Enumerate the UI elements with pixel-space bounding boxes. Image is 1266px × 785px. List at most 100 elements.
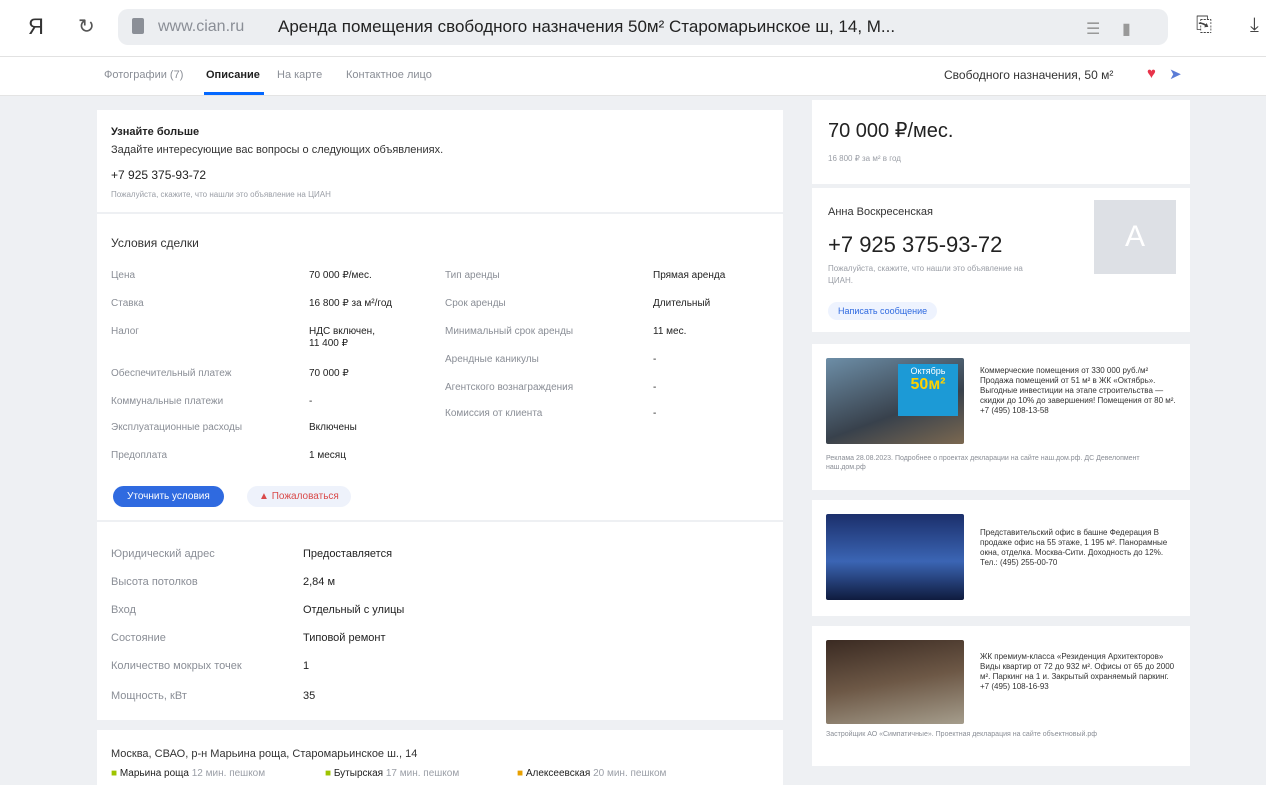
agent-note-2: ЦИАН. (828, 276, 854, 285)
attributes-block: Юридический адрес Предоставляется Высота… (97, 522, 783, 720)
attr-value: Отдельный с улицы (303, 604, 405, 616)
ad-text: ЖК премиум-класса «Резиденция Архитектор… (980, 652, 1175, 691)
attr-value: Типовой ремонт (303, 632, 386, 644)
attr-label: Количество мокрых точек (111, 660, 242, 672)
attr-label: Состояние (111, 632, 166, 644)
deal-value: НДС включен, 11 400 ₽ (309, 326, 375, 349)
deal-label: Налог (111, 326, 139, 337)
metro-name: Алексеевская (525, 768, 591, 779)
metro-icon: ■ (517, 768, 526, 779)
attr-value: 1 (303, 660, 310, 672)
deal-title: Условия сделки (111, 236, 199, 250)
active-tab-indicator (204, 92, 264, 95)
deal-label: Коммунальные платежи (111, 396, 224, 407)
contact-note: Пожалуйста, скажите, что нашли это объяв… (111, 190, 331, 199)
deal-label: Предоплата (111, 450, 168, 461)
translate-icon[interactable]: ⎘ (1196, 14, 1212, 37)
tab-description[interactable]: Описание (206, 69, 260, 81)
ad-image[interactable] (826, 640, 964, 724)
metro-icon: ■ (111, 768, 120, 779)
attr-label: Мощность, кВт (111, 690, 187, 702)
warning-icon: ▲ (259, 491, 272, 502)
clarify-conditions-button[interactable]: Уточнить условия (113, 486, 224, 507)
ad-card[interactable]: ЖК премиум-класса «Резиденция Архитектор… (812, 626, 1190, 766)
deal-value: 1 месяц (309, 450, 346, 461)
metro-time: 17 мин. пешком (385, 768, 460, 779)
price-value: 70 000 ₽/мес. (828, 120, 954, 142)
address-bar[interactable]: www.cian.ru Аренда помещения свободного … (118, 9, 1168, 45)
bookmark-icon[interactable]: ▮ (1122, 19, 1131, 39)
price-per-meter: 16 800 ₽ за м² в год (828, 154, 901, 163)
download-icon[interactable]: ⤓ (1250, 14, 1259, 37)
complain-button[interactable]: ▲ Пожаловаться (247, 486, 351, 507)
avatar: A (1094, 200, 1176, 274)
reload-icon[interactable]: ↻ (78, 14, 95, 39)
ad-text: Представительский офис в башне Федерация… (980, 528, 1168, 567)
price-card: 70 000 ₽/мес. 16 800 ₽ за м² в год (812, 100, 1190, 184)
ad-image[interactable]: Октябрь 50м² (826, 358, 964, 444)
write-message-button[interactable]: Написать сообщение (828, 302, 938, 320)
ad-badge-area: 50м² (910, 376, 946, 393)
agent-note: Пожалуйста, скажите, что нашли это объяв… (828, 264, 1023, 273)
reader-mode-icon[interactable]: ☰ (1086, 19, 1100, 39)
deal-value: 70 000 ₽/мес. (309, 270, 372, 281)
yandex-logo-icon[interactable]: Я (28, 14, 44, 40)
metro-name: Марьина роща (119, 768, 189, 779)
lock-icon[interactable] (132, 18, 144, 34)
agent-phone[interactable]: +7 925 375-93-72 (828, 232, 1002, 258)
ad-text: Коммерческие помещения от 330 000 руб./м… (980, 366, 1176, 415)
ad-badge: Октябрь 50м² (898, 364, 958, 416)
ad-note: Застройщик АО «Симпатичные». Проектная д… (826, 731, 1098, 738)
metro-station[interactable]: ■ Марьина роща 12 мин. пешком (111, 768, 265, 779)
deal-conditions: Условия сделки Цена 70 000 ₽/мес. Ставка… (97, 214, 783, 520)
attr-value: 35 (303, 690, 316, 702)
deal-value: 11 мес. (653, 326, 687, 337)
tab-photos[interactable]: Фотографии (7) (104, 69, 183, 81)
deal-value: - (653, 354, 657, 365)
agent-name[interactable]: Анна Воскресенская (828, 206, 933, 218)
address-text: Москва, СВАО, р-н Марьина роща, Старомар… (111, 748, 418, 760)
metro-time: 12 мин. пешком (191, 768, 266, 779)
deal-label: Тип аренды (445, 270, 500, 281)
deal-label: Срок аренды (445, 298, 506, 309)
deal-value: 70 000 ₽ (309, 368, 349, 379)
favorite-icon[interactable]: ♥ (1147, 65, 1156, 82)
attr-label: Вход (111, 604, 136, 616)
deal-label: Минимальный срок аренды (445, 326, 574, 337)
complain-label: Пожаловаться (271, 491, 339, 502)
attr-value: 2,84 м (303, 576, 336, 588)
contact-subtitle: Задайте интересующие вас вопросы о следу… (111, 144, 444, 156)
attr-value: Предоставляется (303, 548, 393, 560)
deal-value: Включены (309, 422, 357, 433)
contact-block: Узнайте больше Задайте интересующие вас … (97, 110, 783, 212)
tab-contact[interactable]: Контактное лицо (346, 69, 432, 81)
metro-name: Бутырская (333, 768, 384, 779)
address-block: Москва, СВАО, р-н Марьина роща, Старомар… (97, 730, 783, 785)
ad-badge-line: Октябрь (910, 366, 946, 376)
section-tabs: Фотографии (7) Описание На карте Контакт… (0, 57, 1266, 96)
deal-label: Ставка (111, 298, 144, 309)
deal-value: - (653, 408, 657, 419)
tab-map[interactable]: На карте (277, 69, 322, 81)
deal-label: Эксплуатационные расходы (111, 422, 243, 433)
summary-text: Свободного назначения, 50 м² (944, 68, 1114, 82)
ad-card[interactable]: Октябрь 50м² Коммерческие помещения от 33… (812, 344, 1190, 490)
contact-title: Узнайте больше (111, 126, 200, 138)
page-title: Аренда помещения свободного назначения 5… (278, 17, 896, 36)
deal-value: - (309, 396, 313, 407)
attr-label: Юридический адрес (111, 548, 215, 560)
browser-toolbar: Я ↻ www.cian.ru Аренда помещения свободн… (0, 0, 1266, 57)
deal-value: Прямая аренда (653, 270, 726, 281)
ad-image[interactable] (826, 514, 964, 600)
deal-value: Длительный (653, 298, 711, 309)
share-icon[interactable]: ➤ (1169, 65, 1182, 83)
metro-icon: ■ (325, 768, 334, 779)
contact-phone[interactable]: +7 925 375-93-72 (111, 168, 206, 182)
metro-station[interactable]: ■ Бутырская 17 мин. пешком (325, 768, 459, 779)
url-host: www.cian.ru (158, 18, 245, 35)
ad-card[interactable]: Представительский офис в башне Федерация… (812, 500, 1190, 616)
deal-label: Цена (111, 270, 136, 281)
metro-station[interactable]: ■ Алексеевская 20 мин. пешком (517, 768, 666, 779)
deal-label: Обеспечительный платеж (111, 368, 232, 379)
deal-value: 16 800 ₽ за м²/год (309, 298, 393, 309)
